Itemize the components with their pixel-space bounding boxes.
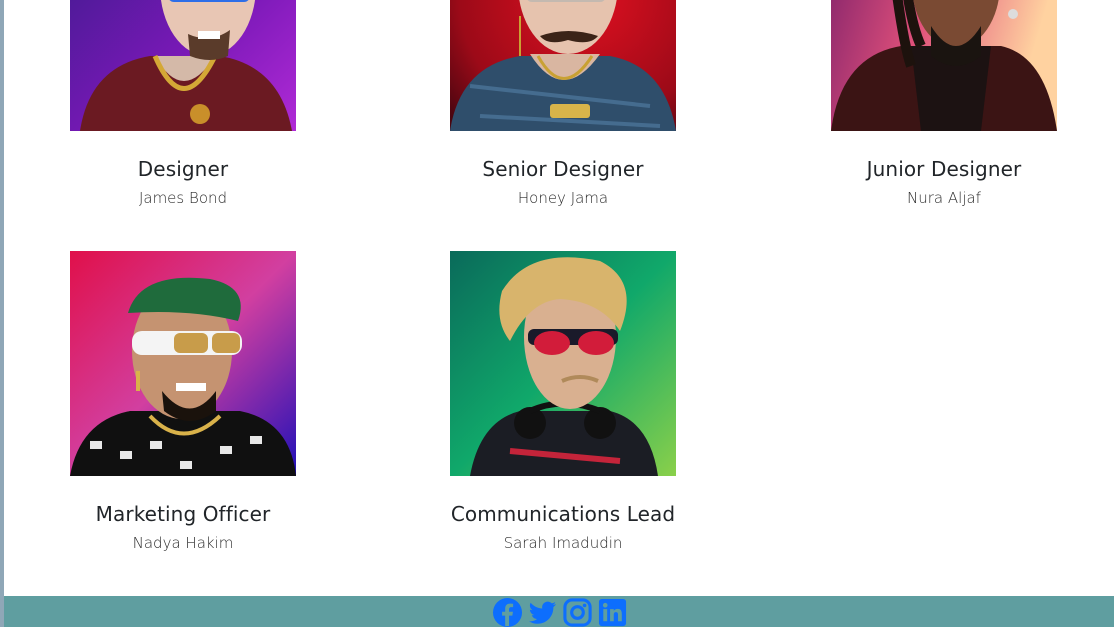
avatar-green-beret-icon (70, 251, 296, 476)
team-member-name: Nadya Hakim (132, 534, 234, 552)
team-member-name: Sarah Imadudin (503, 534, 623, 552)
twitter-icon[interactable] (527, 597, 558, 627)
social-links (492, 597, 628, 627)
team-card: Communications Lead Sarah Imadudin (450, 251, 676, 552)
team-card: Senior Designer Honey Jama (450, 0, 676, 207)
team-photo (450, 0, 676, 131)
linkedin-icon[interactable] (597, 597, 628, 627)
avatar-purple-cap-icon (70, 0, 296, 131)
team-card: Designer James Bond (70, 0, 296, 207)
team-role: Marketing Officer (95, 502, 271, 526)
team-photo (450, 251, 676, 476)
avatar-blonde-sunglasses-icon (450, 251, 676, 476)
team-photo (831, 0, 1057, 131)
team-role: Communications Lead (450, 502, 676, 526)
window-left-border (0, 0, 4, 627)
team-card: Marketing Officer Nadya Hakim (70, 251, 296, 552)
instagram-icon[interactable] (562, 597, 593, 627)
team-member-name: James Bond (138, 189, 228, 207)
avatar-dreadlocks-icon (831, 0, 1057, 131)
team-member-name: Nura Aljaf (907, 189, 981, 207)
avatar-red-moustache-icon (450, 0, 676, 131)
team-role: Designer (137, 157, 229, 181)
team-photo (70, 251, 296, 476)
team-photo (70, 0, 296, 131)
team-role: Junior Designer (866, 157, 1022, 181)
team-member-name: Honey Jama (517, 189, 609, 207)
team-card: Junior Designer Nura Aljaf (831, 0, 1057, 207)
team-role: Senior Designer (482, 157, 644, 181)
facebook-icon[interactable] (492, 597, 523, 627)
